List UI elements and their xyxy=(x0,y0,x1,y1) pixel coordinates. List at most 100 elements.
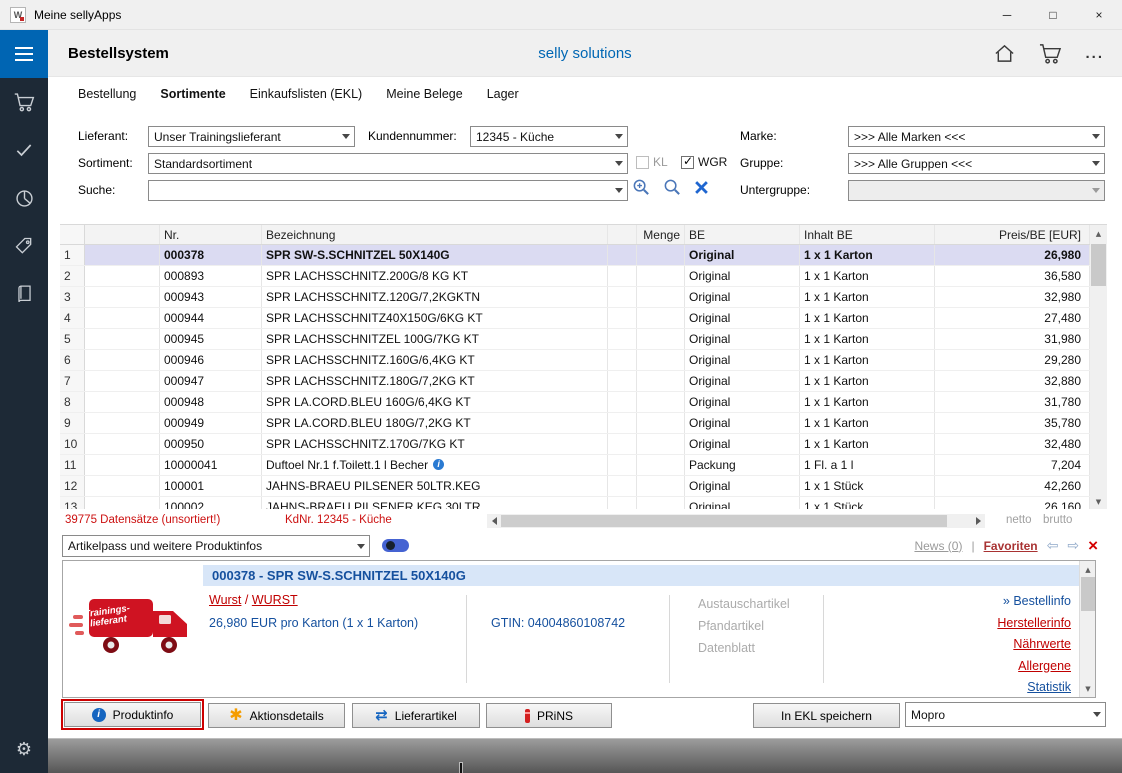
table-row[interactable]: 1000378SPR SW-S.SCHNITZEL 50X140GOrigina… xyxy=(60,245,1090,266)
column-preis[interactable]: Preis/BE [EUR] xyxy=(935,225,1090,244)
table-row[interactable]: 4000944SPR LACHSSCHNITZ40X150G/6KG KTOri… xyxy=(60,308,1090,329)
table-row[interactable]: 10000950SPR LACHSSCHNITZ.170G/7KG KTOrig… xyxy=(60,434,1090,455)
prins-button[interactable]: PRiNS xyxy=(486,703,612,728)
table-row[interactable]: 1110000041Duftoel Nr.1 f.Toilett.1 l Bec… xyxy=(60,455,1090,476)
tab-sortimente[interactable]: Sortimente xyxy=(160,87,225,101)
produktinfo-button[interactable]: Produktinfo xyxy=(64,702,201,727)
detail-link-bestellinfo[interactable]: » Bestellinfo xyxy=(997,591,1071,613)
detail-link-herstellerinfo[interactable]: Herstellerinfo xyxy=(997,613,1071,635)
column-bezeichnung[interactable]: Bezeichnung xyxy=(262,225,608,244)
cell-inhalt: 1 x 1 Karton xyxy=(800,371,935,391)
search-button[interactable] xyxy=(663,178,682,197)
table-row[interactable]: 5000945SPR LACHSSCHNITZEL 100G/7KG KTOri… xyxy=(60,329,1090,350)
clear-search-button[interactable] xyxy=(694,180,709,195)
scroll-left-icon[interactable] xyxy=(487,514,501,528)
cell-bez: Duftoel Nr.1 f.Toilett.1 l Becher xyxy=(262,455,608,475)
detail-link-allergene[interactable]: Allergene xyxy=(997,656,1071,678)
search-input[interactable] xyxy=(148,180,628,201)
favoriten-link[interactable]: Favoriten xyxy=(984,539,1038,553)
maximize-button[interactable]: □ xyxy=(1030,0,1076,30)
table-row[interactable]: 12100001JAHNS-BRAEU PILSENER 50LTR.KEGOr… xyxy=(60,476,1090,497)
cell-bez: SPR LACHSSCHNITZ.200G/8 KG KT xyxy=(262,266,608,286)
tab-lager[interactable]: Lager xyxy=(487,87,519,101)
lieferartikel-button[interactable]: ⇄ Lieferartikel xyxy=(352,703,480,728)
scroll-up-icon[interactable]: ▲ xyxy=(1080,561,1096,578)
kundennummer-select[interactable]: 12345 - Küche xyxy=(470,126,628,147)
cell-blank xyxy=(608,371,637,391)
untergruppe-select xyxy=(848,180,1105,201)
sidebar-item-bestaetigung[interactable] xyxy=(0,126,48,174)
cell-blank xyxy=(608,392,637,412)
table-horizontal-scrollbar[interactable] xyxy=(487,514,985,528)
settings-gear-button[interactable]: ⚙ xyxy=(0,733,48,765)
scrollbar-thumb[interactable] xyxy=(1081,577,1095,611)
detail-link-statistik[interactable]: Statistik xyxy=(997,677,1071,698)
chevron-down-icon xyxy=(610,181,627,200)
table-vertical-scrollbar[interactable]: ▲ ▼ xyxy=(1090,225,1107,509)
scrollbar-thumb[interactable] xyxy=(501,515,947,527)
close-button[interactable]: × xyxy=(1076,0,1122,30)
aktionsdetails-button[interactable]: ✱ Aktionsdetails xyxy=(208,703,345,728)
cart-button[interactable] xyxy=(1038,42,1063,65)
lieferant-select[interactable]: Unser Trainingslieferant xyxy=(148,126,355,147)
info-icon[interactable] xyxy=(433,459,444,470)
detail-link-n-hrwerte[interactable]: Nährwerte xyxy=(997,634,1071,656)
mopro-select[interactable]: Mopro xyxy=(905,702,1106,727)
warengruppe-upper-link[interactable]: WURST xyxy=(252,593,298,607)
table-row[interactable]: 13100002JAHNS-BRAEU PILSENER KEG 30LTROr… xyxy=(60,497,1090,509)
previous-arrow-icon[interactable]: ⇦ xyxy=(1047,539,1059,553)
warengruppe-link[interactable]: Wurst xyxy=(209,593,241,607)
productinfo-select[interactable]: Artikelpass und weitere Produktinfos xyxy=(62,535,370,557)
news-link[interactable]: News (0) xyxy=(914,539,962,553)
cell-be: Original xyxy=(685,434,800,454)
more-options-button[interactable]: ... xyxy=(1085,45,1104,62)
in-ekl-speichern-button[interactable]: In EKL speichern xyxy=(753,703,900,728)
cell-sel xyxy=(85,392,160,412)
table-header[interactable]: Nr. Bezeichnung Menge BE Inhalt BE Preis… xyxy=(60,225,1090,245)
close-panel-icon[interactable]: × xyxy=(1088,537,1098,554)
table-row[interactable]: 7000947SPR LACHSSCHNITZ.180G/7,2KG KTOri… xyxy=(60,371,1090,392)
wgr-checkbox[interactable]: WGR xyxy=(681,155,727,169)
home-button[interactable] xyxy=(993,43,1016,64)
sidebar-item-aktionen[interactable] xyxy=(0,222,48,270)
minimize-button[interactable]: ─ xyxy=(984,0,1030,30)
tab-einkaufslisten-ekl[interactable]: Einkaufslisten (EKL) xyxy=(250,87,363,101)
table-row[interactable]: 8000948SPR LA.CORD.BLEU 160G/6,4KG KTOri… xyxy=(60,392,1090,413)
next-arrow-icon[interactable]: ⇨ xyxy=(1067,539,1079,553)
column-nr[interactable]: Nr. xyxy=(160,225,262,244)
cell-preis: 32,880 xyxy=(935,371,1090,391)
table-row[interactable]: 6000946SPR LACHSSCHNITZ.160G/6,4KG KTOri… xyxy=(60,350,1090,371)
gruppe-select[interactable]: >>> Alle Gruppen <<< xyxy=(848,153,1105,174)
hamburger-menu-button[interactable] xyxy=(0,30,48,78)
tab-bestellung[interactable]: Bestellung xyxy=(78,87,136,101)
detail-scrollbar[interactable]: ▲ ▼ xyxy=(1079,561,1095,697)
sidebar-item-bestellsystem[interactable] xyxy=(0,78,48,126)
scroll-right-icon[interactable] xyxy=(971,514,985,528)
sidebar-item-statistik[interactable] xyxy=(0,174,48,222)
kl-checkbox[interactable]: KL xyxy=(636,155,668,169)
marke-select[interactable]: >>> Alle Marken <<< xyxy=(848,126,1105,147)
scroll-up-icon[interactable]: ▲ xyxy=(1090,225,1107,242)
cell-inhalt: 1 x 1 Stück xyxy=(800,497,935,509)
table-row[interactable]: 2000893SPR LACHSSCHNITZ.200G/8 KG KTOrig… xyxy=(60,266,1090,287)
cell-be: Original xyxy=(685,245,800,265)
table-row[interactable]: 3000943SPR LACHSSCHNITZ.120G/7,2KGKTNOri… xyxy=(60,287,1090,308)
info-toggle-switch[interactable] xyxy=(382,539,409,552)
sortiment-select[interactable]: Standardsortiment xyxy=(148,153,628,174)
column-inhalt-be[interactable]: Inhalt BE xyxy=(800,225,935,244)
zoom-plus-search-button[interactable] xyxy=(632,178,651,197)
column-be[interactable]: BE xyxy=(685,225,800,244)
table-row[interactable]: 9000949SPR LA.CORD.BLEU 180G/7,2KG KTOri… xyxy=(60,413,1090,434)
mouse-cursor xyxy=(460,763,462,773)
cell-nr: 000946 xyxy=(160,350,262,370)
scrollbar-thumb[interactable] xyxy=(1091,244,1106,286)
bottom-status-bar xyxy=(48,738,1122,773)
cell-be: Original xyxy=(685,329,800,349)
column-menge[interactable]: Menge xyxy=(637,225,685,244)
tab-meine-belege[interactable]: Meine Belege xyxy=(386,87,462,101)
sidebar-item-katalog[interactable] xyxy=(0,270,48,318)
scroll-down-icon[interactable]: ▼ xyxy=(1090,493,1107,509)
mopro-value: Mopro xyxy=(911,708,945,722)
cell-be: Original xyxy=(685,413,800,433)
scroll-down-icon[interactable]: ▼ xyxy=(1080,680,1096,697)
